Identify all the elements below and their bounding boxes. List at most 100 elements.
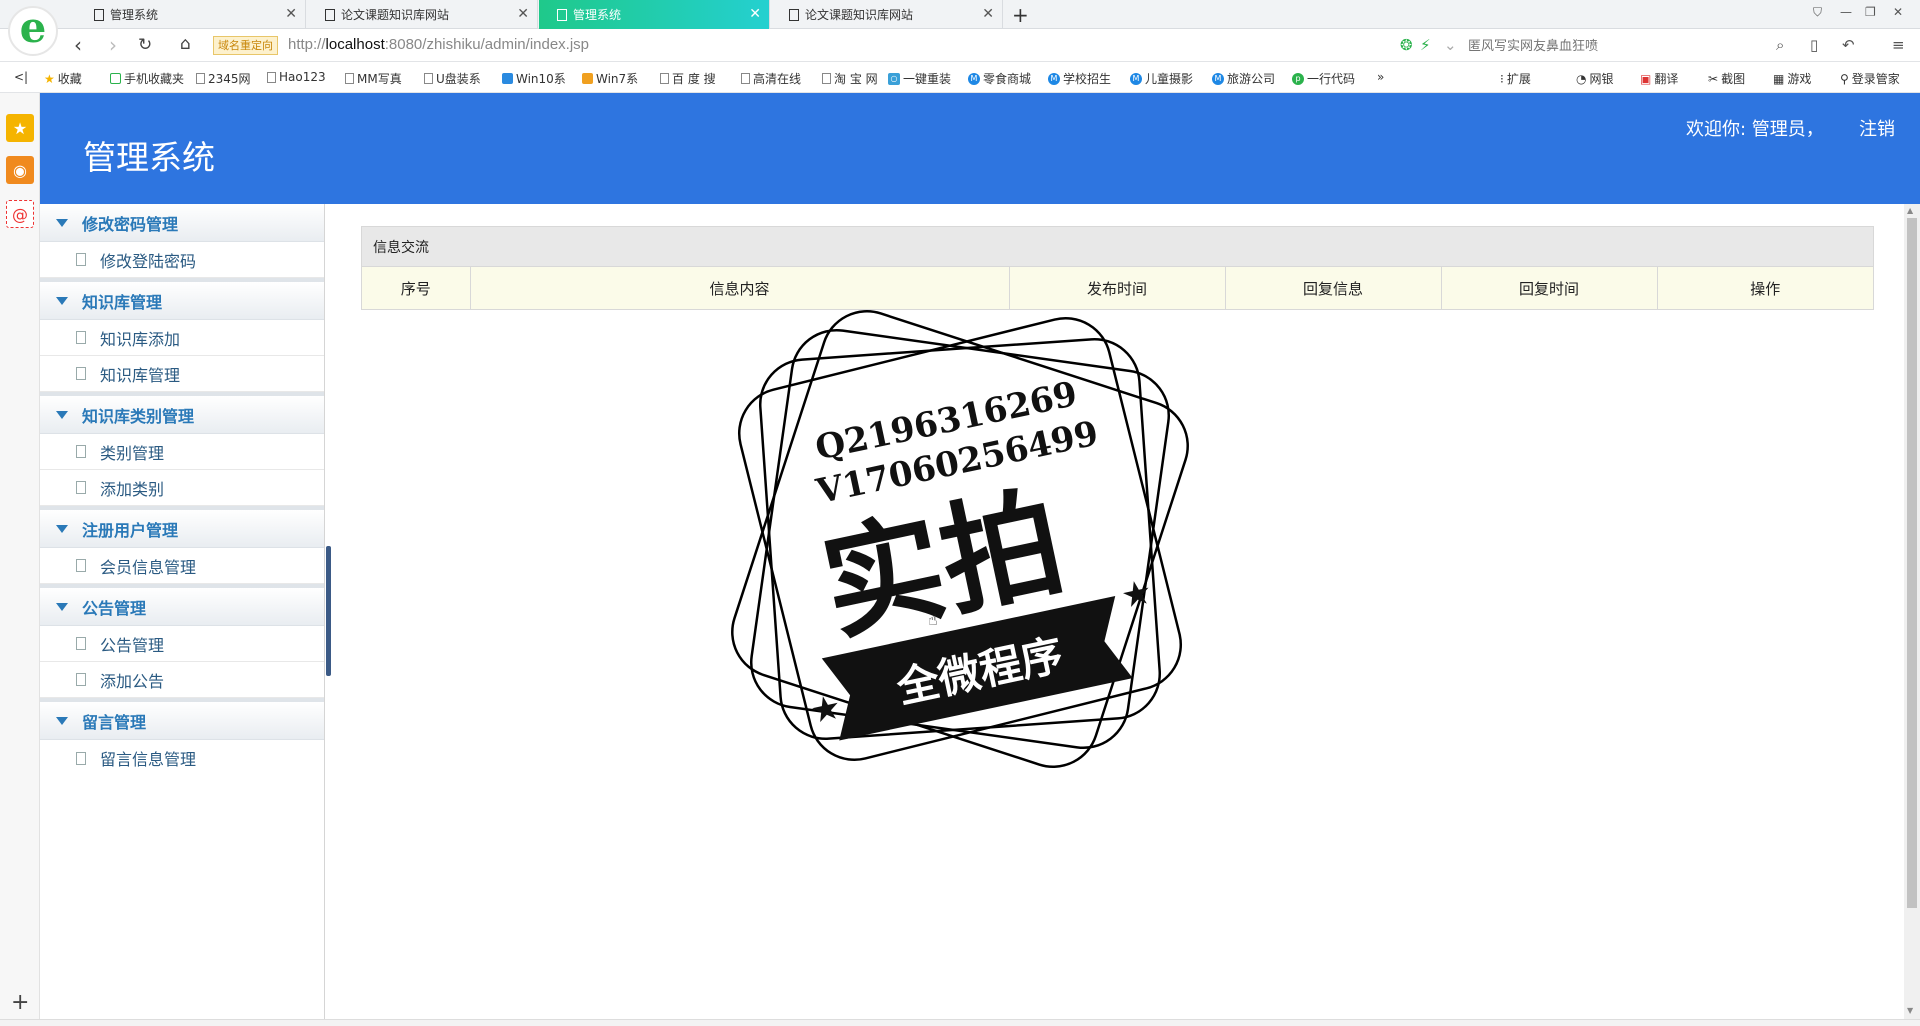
bookmark-photo[interactable]: M 儿童摄影 (1130, 70, 1193, 87)
bookmark-mm[interactable]: MM写真 (345, 70, 402, 87)
close-icon[interactable]: ✕ (517, 6, 529, 22)
search-icon[interactable]: ⌕ (1776, 36, 1784, 54)
minimize-icon[interactable]: — (1840, 5, 1852, 19)
menu-group-password[interactable]: 修改密码管理 (40, 204, 324, 242)
bookmark-reinstall[interactable]: ○ 一键重装 (888, 70, 951, 87)
add-sidebar-button[interactable]: + (11, 990, 29, 1015)
tab-label: 管理系统 (573, 8, 622, 22)
bookmark-win10[interactable]: Win10系 (502, 70, 566, 87)
menu-group-label: 注册用户管理 (82, 520, 179, 540)
restore-icon[interactable]: ❐ (1865, 5, 1876, 19)
screenshot-button[interactable]: ✂ 截图 (1708, 70, 1745, 87)
star-icon: ★ (807, 687, 845, 732)
back-icon[interactable]: ‹ (74, 33, 82, 57)
forward-icon[interactable]: › (109, 33, 117, 57)
menu-item-label: 添加公告 (100, 671, 165, 691)
menu-item-label: 会员信息管理 (100, 557, 197, 577)
menu-item-message-info[interactable]: 留言信息管理 (40, 740, 324, 776)
bookmark-2345[interactable]: 2345网 (196, 70, 251, 87)
menu-item-label: 留言信息管理 (100, 750, 197, 769)
page-icon (789, 8, 799, 21)
speed-icon[interactable]: ⚡ (1420, 36, 1431, 54)
collapse-sidebar-icon[interactable]: <| (14, 70, 28, 84)
new-tab-button[interactable]: + (1012, 3, 1029, 27)
bookmark-baidu[interactable]: 百 度 搜 (660, 70, 716, 87)
bookmark-mobile[interactable]: 手机收藏夹 (110, 70, 184, 87)
menu-item-knowledge-manage[interactable]: 知识库管理 (40, 356, 324, 392)
menu-icon[interactable]: ≡ (1892, 36, 1905, 54)
bookmark-taobao[interactable]: 淘 宝 网 (822, 70, 878, 87)
document-icon (76, 481, 86, 494)
close-window-icon[interactable]: ✕ (1893, 5, 1903, 19)
logout-link[interactable]: 注销 (1859, 115, 1895, 141)
menu-group-notice[interactable]: 公告管理 (40, 588, 324, 626)
scrollbar-thumb[interactable] (1907, 218, 1917, 908)
page-title: 管理系统 (83, 138, 215, 177)
more-bookmarks-icon[interactable]: » (1377, 70, 1384, 84)
panel-title: 信息交流 (362, 227, 1873, 267)
page-scrollbar[interactable]: ▲ ▼ (1904, 204, 1920, 1019)
browser-logo[interactable]: e (8, 6, 58, 56)
home-icon[interactable]: ⌂ (180, 34, 191, 54)
menu-group-category[interactable]: 知识库类别管理 (40, 396, 324, 434)
document-icon (76, 637, 86, 650)
bookmark-label: 一键重装 (903, 72, 952, 86)
menu-item-category-add[interactable]: 添加类别 (40, 470, 324, 506)
bookmark-school[interactable]: M 学校招生 (1048, 70, 1111, 87)
bookmark-win7[interactable]: Win7系 (582, 70, 638, 87)
email-icon[interactable]: @ (6, 200, 34, 228)
bookmark-favorites[interactable]: ★ 收藏 (44, 70, 82, 87)
ebank-button[interactable]: ◔ 网银 (1576, 70, 1614, 87)
search-input[interactable] (1468, 34, 1798, 58)
login-manager-button[interactable]: ⚲ 登录管家 (1840, 70, 1900, 87)
menu-item-knowledge-add[interactable]: 知识库添加 (40, 320, 324, 356)
security-icon[interactable]: ❂ (1400, 36, 1413, 54)
chevron-down-icon[interactable]: ⌄ (1444, 36, 1457, 54)
extensions-button[interactable]: ⁝ 扩展 (1500, 70, 1531, 87)
redirect-badge[interactable]: 域名重定向 (213, 36, 278, 55)
menu-item-member-info[interactable]: 会员信息管理 (40, 548, 324, 584)
menu-item-notice-manage[interactable]: 公告管理 (40, 626, 324, 662)
reader-icon[interactable]: ▯ (1810, 36, 1818, 54)
close-icon[interactable]: ✕ (749, 6, 761, 22)
translate-button[interactable]: ▣ 翻译 (1640, 70, 1678, 87)
close-icon[interactable]: ✕ (285, 6, 297, 22)
bookmark-usb[interactable]: U盘装系 (424, 70, 481, 87)
menu-group-knowledge[interactable]: 知识库管理 (40, 282, 324, 320)
tab-label: 论文课题知识库网站 (805, 8, 914, 22)
favorites-star-icon[interactable]: ★ (6, 114, 34, 142)
browser-tab[interactable]: 论文课题知识库网站 ✕ (307, 0, 538, 29)
menu-item-notice-add[interactable]: 添加公告 (40, 662, 324, 698)
star-icon: ★ (44, 71, 55, 86)
browser-tab[interactable]: 管理系统 ✕ (76, 0, 306, 29)
browser-tab-active[interactable]: 管理系统 ✕ (539, 0, 770, 29)
weibo-icon[interactable]: ◉ (6, 156, 34, 184)
games-button[interactable]: ▦ 游戏 (1773, 70, 1811, 87)
menu-group-label: 修改密码管理 (82, 214, 179, 234)
bookmark-travel[interactable]: M 旅游公司 (1212, 70, 1275, 87)
key-icon: ⚲ (1840, 71, 1849, 86)
menu-group-messages[interactable]: 留言管理 (40, 702, 324, 740)
scroll-up-icon[interactable]: ▲ (1907, 206, 1913, 215)
menu-item-category-manage[interactable]: 类别管理 (40, 434, 324, 470)
skin-icon[interactable]: ⛉ (1813, 5, 1822, 20)
menu-item-label: 知识库添加 (100, 329, 181, 349)
bookmark-hao123[interactable]: Hao123 (267, 70, 326, 84)
url-field[interactable]: http://localhost:8080/zhishiku/admin/ind… (288, 36, 589, 53)
scroll-down-icon[interactable]: ▼ (1907, 1006, 1913, 1015)
browser-tab[interactable]: 论文课题知识库网站 ✕ (771, 0, 1003, 29)
page-icon (557, 8, 567, 21)
bank-icon: ◔ (1576, 71, 1587, 86)
bookmark-snack[interactable]: M 零食商城 (968, 70, 1031, 87)
bookmark-hd[interactable]: 高清在线 (741, 70, 801, 87)
undo-icon[interactable]: ↶ (1842, 36, 1855, 54)
watermark-stamp: Q2196316269 V17060256499 实拍 全微程序 ★ ★ (731, 310, 1189, 768)
menu-group-users[interactable]: 注册用户管理 (40, 510, 324, 548)
close-icon[interactable]: ✕ (982, 6, 994, 22)
menu-resize-handle[interactable] (326, 546, 331, 676)
menu-item-change-password[interactable]: 修改登陆密码 (40, 242, 324, 278)
refresh-icon[interactable]: ↻ (138, 35, 152, 55)
bookmark-label: Win7系 (596, 72, 639, 86)
bookmark-code[interactable]: p 一行代码 (1292, 70, 1355, 87)
page-header: 管理系统 欢迎你: 管理员， 注销 (40, 93, 1920, 204)
